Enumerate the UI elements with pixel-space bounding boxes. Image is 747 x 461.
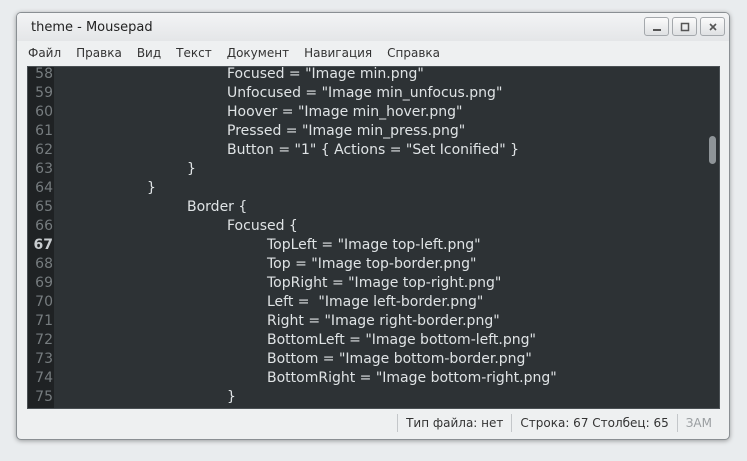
line-number: 72 [35, 332, 53, 348]
code-line[interactable]: 70 Left = "Image left-border.png" [28, 293, 719, 312]
menu-document[interactable]: Документ [227, 46, 289, 60]
code-line[interactable]: 59 Unfocused = "Image min_unfocus.png" [28, 84, 719, 103]
line-number: 66 [35, 218, 53, 234]
code-text: TopLeft = "Image top-left.png" [267, 237, 481, 253]
code-line[interactable]: 61 Pressed = "Image min_press.png" [28, 122, 719, 141]
line-number: 60 [35, 104, 53, 120]
window-title: theme - Mousepad [31, 20, 153, 35]
vertical-scrollbar-thumb[interactable] [709, 136, 716, 164]
minimize-icon [652, 28, 661, 31]
code-text: TopRight = "Image top-right.png" [267, 275, 502, 291]
code-text: BottomRight = "Image bottom-right.png" [267, 370, 557, 386]
code-text: Right = "Image right-border.png" [267, 313, 500, 329]
code-line[interactable]: 58 Focused = "Image min.png" [28, 66, 719, 84]
code-line[interactable]: 63} [28, 160, 719, 179]
line-number: 75 [35, 389, 53, 405]
line-number: 68 [35, 256, 53, 272]
line-number: 59 [35, 85, 53, 101]
line-number: 63 [35, 161, 53, 177]
code-text: Focused = "Image min.png" [227, 66, 424, 82]
line-number: 64 [35, 180, 53, 196]
code-line[interactable]: 73 Bottom = "Image bottom-border.png" [28, 350, 719, 369]
code-text: Bottom = "Image bottom-border.png" [267, 351, 532, 367]
line-number: 65 [35, 199, 53, 215]
menu-file[interactable]: Файл [28, 46, 61, 60]
line-number: 71 [35, 313, 53, 329]
maximize-button[interactable] [672, 17, 697, 36]
mousepad-window: theme - Mousepad Файл Правка Вид Текст Д… [16, 12, 730, 440]
line-number: 62 [35, 142, 53, 158]
code-text: Border { [187, 199, 248, 215]
maximize-icon [680, 22, 689, 31]
code-text: Unfocused = "Image min_unfocus.png" [227, 85, 503, 101]
code-text: } [187, 161, 196, 177]
code-line[interactable]: 64} [28, 179, 719, 198]
line-number: 76 [28, 407, 53, 408]
status-bar: Тип файла: нет Строка: 67 Столбец: 65 ЗА… [27, 411, 720, 435]
line-number: 69 [35, 275, 53, 291]
window-controls [644, 17, 725, 36]
code-text: Left = "Image left-border.png" [267, 294, 484, 310]
code-text: Pressed = "Image min_press.png" [227, 123, 466, 139]
code-line[interactable]: 71 Right = "Image right-border.png" [28, 312, 719, 331]
code-line[interactable]: 72 BottomLeft = "Image bottom-left.png" [28, 331, 719, 350]
code-line[interactable]: 66 Focused { [28, 217, 719, 236]
menu-help[interactable]: Справка [387, 46, 440, 60]
menu-text[interactable]: Текст [176, 46, 212, 60]
close-icon [708, 22, 717, 31]
code-line[interactable]: 69 TopRight = "Image top-right.png" [28, 274, 719, 293]
title-bar[interactable]: theme - Mousepad [17, 13, 729, 41]
code-lines: 58 Focused = "Image min.png" 59 Unfocused =… [28, 66, 719, 408]
code-line[interactable]: 60 Hoover = "Image min_hover.png" [28, 103, 719, 122]
status-cursor-position: Строка: 67 Столбец: 65 [511, 414, 676, 432]
code-line[interactable]: 74 BottomRight = "Image bottom-right.png" [28, 369, 719, 388]
code-text: BottomLeft = "Image bottom-left.png" [267, 332, 536, 348]
menu-bar: Файл Правка Вид Текст Документ Навигация… [17, 41, 729, 65]
code-text: Button = "1" { Actions = "Set Iconified"… [227, 142, 520, 158]
close-button[interactable] [700, 17, 725, 36]
line-number: 74 [35, 370, 53, 386]
code-text: } [227, 389, 236, 405]
code-text: } [147, 180, 156, 196]
menu-edit[interactable]: Правка [76, 46, 122, 60]
code-line[interactable]: 76 Unfocused { [28, 407, 719, 408]
code-text: Top = "Image top-border.png" [267, 256, 477, 272]
code-text: Unfocused { [227, 407, 314, 408]
text-editor[interactable]: 58 Focused = "Image min.png" 59 Unfocused =… [27, 66, 720, 409]
code-text: Hoover = "Image min_hover.png" [227, 104, 463, 120]
minimize-button[interactable] [644, 17, 669, 36]
line-number: 70 [35, 294, 53, 310]
code-line[interactable]: 62 Button = "1" { Actions = "Set Iconifie… [28, 141, 719, 160]
line-number: 58 [35, 66, 53, 82]
code-line[interactable]: 68 Top = "Image top-border.png" [28, 255, 719, 274]
menu-navigation[interactable]: Навигация [304, 46, 372, 60]
status-insert-mode: ЗАМ [676, 414, 720, 432]
line-number: 73 [35, 351, 53, 367]
code-line[interactable]: 75} [28, 388, 719, 407]
status-filetype: Тип файла: нет [397, 414, 511, 432]
line-number: 67 [33, 237, 53, 253]
code-line[interactable]: 67 TopLeft = "Image top-left.png" [28, 236, 719, 255]
line-number: 61 [35, 123, 53, 139]
menu-view[interactable]: Вид [137, 46, 161, 60]
code-line[interactable]: 65 Border { [28, 198, 719, 217]
code-text: Focused { [227, 218, 298, 234]
